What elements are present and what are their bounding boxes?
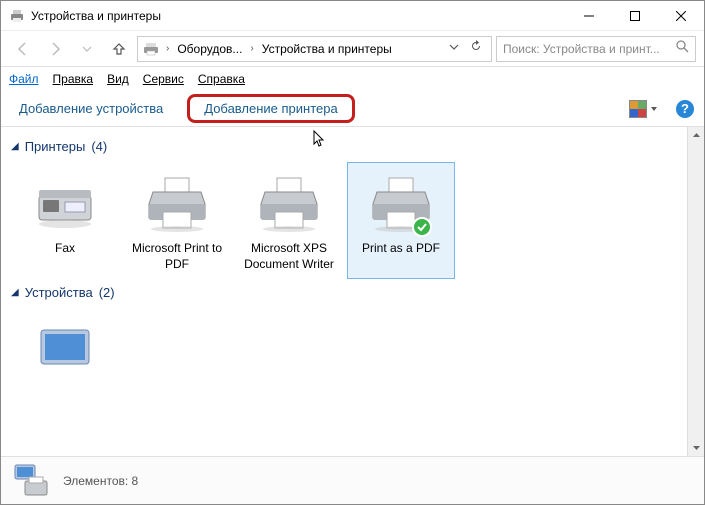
close-button[interactable] [658,1,704,31]
cursor-icon [313,130,327,153]
printer-item-xps-writer[interactable]: Microsoft XPS Document Writer [235,162,343,279]
printer-label: Microsoft Print to PDF [128,241,226,272]
content-area: ◢ Принтеры (4) Fax [1,127,687,456]
forward-button[interactable] [41,35,69,63]
collapse-icon: ◢ [11,287,19,298]
maximize-button[interactable] [612,1,658,31]
printer-label: Fax [16,241,114,257]
group-devices-count: (2) [99,285,115,300]
printer-item-print-as-pdf[interactable]: Print as a PDF [347,162,455,279]
view-options-button[interactable] [629,100,658,118]
add-printer-button[interactable]: Добавление принтера [187,94,354,123]
fax-icon [16,169,114,239]
vertical-scrollbar[interactable] [687,127,704,456]
menu-edit[interactable]: Правка [53,72,94,86]
default-check-icon [412,217,432,237]
menu-file[interactable]: Файл [9,72,39,86]
search-placeholder: Поиск: Устройства и принт... [503,42,669,56]
devices-list [11,308,677,392]
scroll-up-button[interactable] [688,127,704,144]
device-item-monitor[interactable] [11,308,119,392]
group-printers-label: Принтеры [25,139,86,154]
help-button[interactable]: ? [676,100,694,118]
view-grid-icon [629,100,647,118]
breadcrumb-devices[interactable]: Устройства и принтеры [260,42,394,56]
printer-label: Print as a PDF [352,241,450,257]
devices-printers-icon [9,8,25,24]
chevron-right-icon[interactable]: › [164,43,171,54]
status-text: Элементов: 8 [63,474,138,488]
statusbar: Элементов: 8 [1,456,704,504]
breadcrumb-hardware[interactable]: Оборудов... [175,42,244,56]
chevron-right-icon[interactable]: › [248,43,255,54]
minimize-button[interactable] [566,1,612,31]
group-printers-count: (4) [91,139,107,154]
printers-list: Fax Microsoft Print to PDF [11,162,677,279]
devices-summary-icon [11,461,51,501]
up-button[interactable] [105,35,133,63]
titlebar: Устройства и принтеры [1,1,704,31]
printer-icon [240,169,338,239]
menu-view[interactable]: Вид [107,72,129,86]
search-icon [675,39,689,58]
collapse-icon: ◢ [11,141,19,152]
group-devices-label: Устройства [25,285,93,300]
navbar: › Оборудов... › Устройства и принтеры По… [1,31,704,67]
menu-help[interactable]: Справка [198,72,245,86]
scroll-down-button[interactable] [688,439,704,456]
recent-dropdown[interactable] [73,35,101,63]
printer-icon [128,169,226,239]
monitor-icon [16,315,114,385]
group-devices-header[interactable]: ◢ Устройства (2) [11,279,677,308]
printer-label: Microsoft XPS Document Writer [240,241,338,272]
commandbar: Добавление устройства Добавление принтер… [1,91,704,127]
group-printers-header[interactable]: ◢ Принтеры (4) [11,133,677,162]
search-box[interactable]: Поиск: Устройства и принт... [496,36,696,62]
printer-item-ms-print-pdf[interactable]: Microsoft Print to PDF [123,162,231,279]
add-device-button[interactable]: Добавление устройства [11,97,171,120]
window-title: Устройства и принтеры [31,9,566,23]
menu-tools[interactable]: Сервис [143,72,184,86]
chevron-down-icon[interactable] [447,42,461,55]
printer-item-fax[interactable]: Fax [11,162,119,279]
menubar: Файл Правка Вид Сервис Справка [1,67,704,91]
devices-printers-icon [142,40,160,58]
back-button[interactable] [9,35,37,63]
refresh-icon[interactable] [465,39,487,58]
address-bar[interactable]: › Оборудов... › Устройства и принтеры [137,36,492,62]
printer-icon [352,169,450,239]
